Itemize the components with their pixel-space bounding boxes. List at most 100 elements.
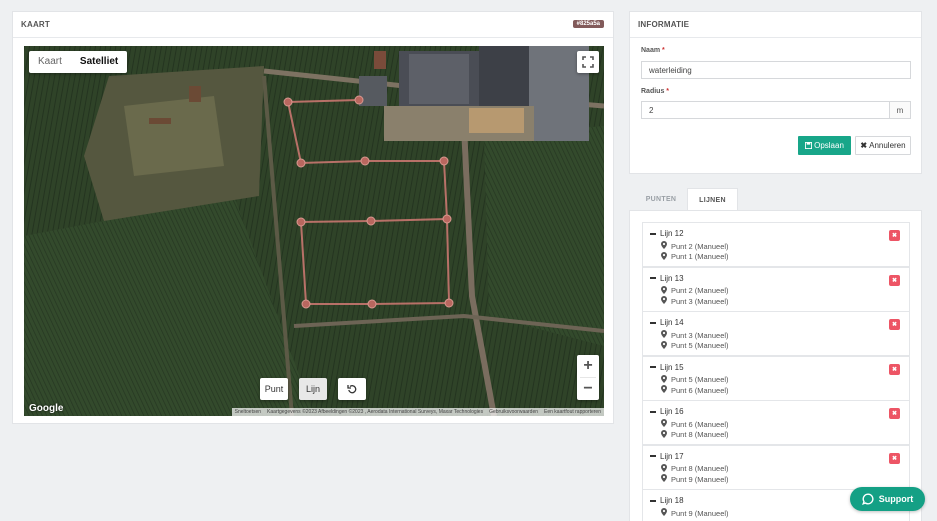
- color-badge: #825a5a: [572, 20, 604, 28]
- support-button[interactable]: Support: [850, 487, 925, 511]
- collapse-icon: [650, 410, 656, 413]
- attribution-terms-link[interactable]: Gebruiksvoorwaarden: [489, 409, 538, 415]
- line-item-title[interactable]: Lijn 18: [650, 496, 684, 505]
- google-logo: Google: [29, 403, 64, 414]
- line-point: Punt 6 (Manueel): [661, 419, 729, 429]
- line-item: Lijn 12 Punt 2 (Manueel) Punt 1 (Manueel) ✖: [642, 222, 910, 267]
- line-name: Lijn 17: [660, 451, 684, 461]
- zoom-out-icon: −: [583, 380, 593, 397]
- cancel-button-label: Annuleren: [869, 141, 906, 150]
- name-field[interactable]: waterleiding: [641, 61, 911, 79]
- name-label: Naam *: [641, 47, 665, 54]
- info-panel: INFORMATIE Naam * waterleiding Radius * …: [629, 11, 922, 174]
- tool-point-button[interactable]: Punt: [260, 378, 288, 400]
- line-name: Lijn 13: [660, 273, 684, 283]
- delete-line-button[interactable]: ✖: [889, 319, 900, 330]
- map-panel-header: KAART: [13, 12, 613, 38]
- line-name: Lijn 14: [660, 318, 684, 327]
- map-canvas[interactable]: Kaart Satelliet + − Punt Lijn Google Sne…: [24, 46, 604, 416]
- line-point: Punt 9 (Manueel): [661, 508, 729, 518]
- required-marker: *: [666, 88, 670, 95]
- line-item: Lijn 17 Punt 8 (Manueel) Punt 9 (Manueel) ✖: [642, 444, 910, 490]
- line-point-label: Punt 9 (Manueel): [671, 474, 729, 484]
- line-point-label: Punt 3 (Manueel): [671, 330, 729, 340]
- line-item-title[interactable]: Lijn 14: [650, 318, 684, 327]
- map-marker-icon: [661, 285, 667, 296]
- map-panel-title: KAART: [21, 20, 50, 29]
- attribution-shortcuts-link[interactable]: Sneltoetsen: [235, 409, 261, 415]
- zoom-control: + −: [577, 355, 599, 400]
- radius-unit: m: [890, 101, 911, 119]
- map-marker-icon: [661, 296, 667, 306]
- line-point-label: Punt 9 (Manueel): [671, 508, 729, 518]
- zoom-in-icon: +: [583, 357, 593, 374]
- line-point-label: Punt 2 (Manueel): [671, 286, 729, 295]
- delete-line-button[interactable]: ✖: [889, 230, 900, 241]
- tab-lijnen[interactable]: LIJNEN: [687, 188, 738, 211]
- line-point: Punt 5 (Manueel): [661, 340, 729, 351]
- line-item: Lijn 13 Punt 2 (Manueel) Punt 3 (Manueel) ✖: [642, 266, 910, 312]
- close-icon: ✖: [891, 322, 898, 328]
- line-point: Punt 2 (Manueel): [661, 285, 729, 296]
- map-type-kaart[interactable]: Kaart: [29, 51, 71, 73]
- close-icon: ✖: [891, 455, 898, 462]
- map-marker-icon: [661, 330, 667, 340]
- line-point: Punt 2 (Manueel): [661, 241, 729, 251]
- line-point-label: Punt 8 (Manueel): [671, 464, 729, 473]
- map-type-satelliet[interactable]: Satelliet: [71, 51, 127, 73]
- support-label: Support: [878, 494, 914, 504]
- map-type-control: Kaart Satelliet: [29, 51, 128, 73]
- line-point: Punt 3 (Manueel): [661, 296, 729, 306]
- cancel-button[interactable]: ✖ Annuleren: [855, 136, 911, 155]
- collapse-icon: [650, 321, 656, 324]
- zoom-in-button[interactable]: +: [577, 355, 599, 377]
- fullscreen-icon: [582, 56, 594, 68]
- attribution-report-link[interactable]: Een kaartfout rapporteren: [544, 409, 601, 415]
- map-marker-icon: [661, 374, 667, 385]
- line-point-label: Punt 6 (Manueel): [671, 385, 729, 395]
- delete-line-button[interactable]: ✖: [889, 408, 900, 419]
- close-icon: ✖: [891, 233, 898, 239]
- line-item-title[interactable]: Lijn 13: [650, 274, 684, 283]
- map-panel: KAART #825a5a Kaart Satelliet + − Punt L…: [12, 11, 614, 424]
- required-marker: *: [662, 47, 665, 54]
- line-item-title[interactable]: Lijn 15: [650, 363, 684, 372]
- line-point-label: Punt 3 (Manueel): [671, 296, 729, 306]
- satellite-imagery: [24, 46, 604, 416]
- delete-line-button[interactable]: ✖: [889, 452, 900, 464]
- line-name: Lijn 18: [660, 496, 684, 505]
- undo-button[interactable]: [338, 378, 366, 400]
- line-item: Lijn 16 Punt 6 (Manueel) Punt 8 (Manueel) ✖: [642, 400, 910, 445]
- attribution-map-data: Kaartgegevens ©2023 Afbeeldingen ©2023 ,…: [267, 409, 484, 415]
- radius-label: Radius *: [641, 88, 669, 95]
- delete-line-button[interactable]: ✖: [889, 274, 900, 286]
- name-label-text: Naam: [641, 47, 661, 54]
- collapse-icon: [650, 499, 656, 502]
- fullscreen-button[interactable]: [577, 51, 599, 73]
- map-attribution: Sneltoetsen Kaartgegevens ©2023 Afbeeldi…: [231, 408, 604, 416]
- map-marker-icon: [661, 241, 667, 251]
- line-point: Punt 8 (Manueel): [661, 429, 729, 440]
- line-name: Lijn 15: [660, 362, 684, 372]
- line-item-title[interactable]: Lijn 12: [650, 229, 684, 238]
- tab-punten[interactable]: PUNTEN: [636, 188, 686, 211]
- map-marker-icon: [661, 340, 667, 351]
- line-item: Lijn 14 Punt 3 (Manueel) Punt 5 (Manueel) ✖: [642, 311, 910, 356]
- line-point-label: Punt 6 (Manueel): [671, 419, 729, 429]
- save-button[interactable]: Opslaan: [798, 136, 851, 155]
- line-item-title[interactable]: Lijn 16: [650, 407, 684, 416]
- line-point: Punt 6 (Manueel): [661, 385, 729, 395]
- map-marker-icon: [661, 385, 667, 395]
- collapse-icon: [650, 455, 656, 457]
- radius-label-text: Radius: [641, 88, 665, 95]
- zoom-out-button[interactable]: −: [577, 378, 599, 400]
- save-icon: [805, 142, 813, 149]
- line-item-title[interactable]: Lijn 17: [650, 452, 684, 461]
- tool-line-button[interactable]: Lijn: [299, 378, 327, 400]
- info-panel-header: INFORMATIE: [630, 12, 921, 38]
- delete-line-button[interactable]: ✖: [889, 363, 900, 375]
- line-name: Lijn 16: [660, 407, 684, 416]
- line-point-label: Punt 5 (Manueel): [671, 375, 729, 384]
- radius-field[interactable]: 2: [641, 101, 890, 119]
- line-point-label: Punt 8 (Manueel): [671, 430, 729, 439]
